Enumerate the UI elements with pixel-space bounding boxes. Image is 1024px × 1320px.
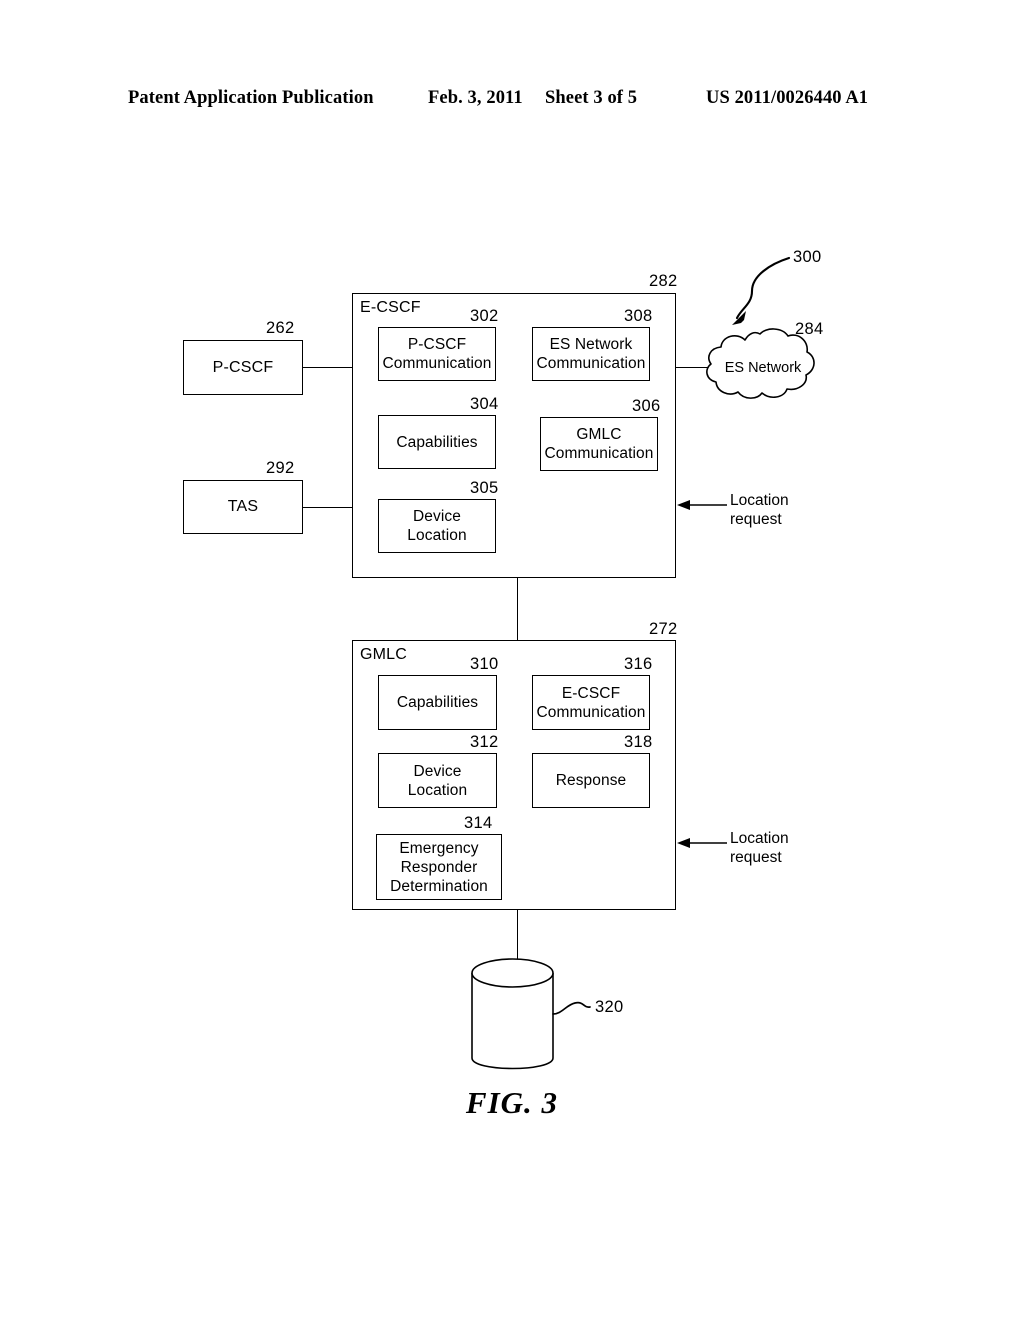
location-request-arrow-gmlc (677, 838, 727, 848)
gmlc-location-request-label: Location request (730, 830, 789, 866)
connector-tas-to-ecscf (303, 507, 353, 508)
module-gmlc-capabilities[interactable]: Capabilities (378, 675, 497, 730)
ref-262: 262 (266, 319, 295, 337)
reference-300-leader-arrow (732, 256, 791, 325)
ref-302: 302 (470, 307, 499, 325)
ref-320: 320 (595, 998, 624, 1016)
module-ecscf-device-location[interactable]: Device Location (378, 499, 496, 553)
ref-305: 305 (470, 479, 499, 497)
module-ecscf-capabilities[interactable]: Capabilities (378, 415, 496, 469)
connector-ecscf-to-gmlc (517, 578, 518, 641)
module-emergency-responder-determination-label: Emergency Responder Determination (390, 839, 488, 895)
ecscf-title: E-CSCF (360, 299, 421, 316)
ref-314: 314 (464, 814, 493, 832)
ref-304: 304 (470, 395, 499, 413)
header-publication-label: Patent Application Publication (128, 88, 374, 108)
ref-282: 282 (649, 272, 678, 290)
connector-gmlc-to-database (517, 910, 518, 966)
reference-320-leader (552, 1001, 591, 1015)
ecscf-location-request-label: Location request (730, 492, 789, 528)
patent-figure-page: Patent Application Publication Feb. 3, 2… (0, 0, 1024, 1320)
ref-318: 318 (624, 733, 653, 751)
ref-272: 272 (649, 620, 678, 638)
module-pcscf-communication-label: P-CSCF Communication (382, 336, 492, 372)
node-tas[interactable]: TAS (183, 480, 303, 534)
module-gmlc-capabilities-label: Capabilities (396, 694, 479, 711)
module-es-network-communication-label: ES Network Communication (536, 336, 646, 372)
ref-284: 284 (795, 320, 824, 338)
es-network-cloud-label: ES Network (725, 360, 802, 376)
ref-306: 306 (632, 397, 661, 415)
module-es-network-communication[interactable]: ES Network Communication (532, 327, 650, 381)
location-request-arrow-ecscf (677, 500, 727, 510)
gmlc-title: GMLC (360, 646, 408, 663)
connector-ecscf-to-esnetwork (676, 367, 723, 368)
node-p-cscf-label: P-CSCF (212, 358, 274, 376)
ref-316: 316 (624, 655, 653, 673)
ref-292: 292 (266, 459, 295, 477)
module-ecscf-communication[interactable]: E-CSCF Communication (532, 675, 650, 730)
module-gmlc-communication-label: GMLC Communication (544, 426, 654, 462)
module-pcscf-communication[interactable]: P-CSCF Communication (378, 327, 496, 381)
header-date: Feb. 3, 2011 (428, 88, 523, 108)
es-network-cloud-icon (706, 328, 815, 399)
ref-308: 308 (624, 307, 653, 325)
module-ecscf-communication-label: E-CSCF Communication (536, 684, 646, 721)
ref-310: 310 (470, 655, 499, 673)
ref-312: 312 (470, 733, 499, 751)
figure-caption: FIG. 3 (465, 1085, 559, 1120)
header-patent-number: US 2011/0026440 A1 (706, 88, 869, 108)
module-emergency-responder-determination[interactable]: Emergency Responder Determination (376, 834, 502, 900)
module-gmlc-device-location[interactable]: Device Location (378, 753, 497, 808)
module-ecscf-device-location-label: Device Location (407, 508, 467, 544)
ref-300: 300 (793, 248, 822, 266)
database-cylinder-icon (471, 958, 554, 1070)
header-sheet-number: Sheet 3 of 5 (545, 88, 638, 108)
module-gmlc-communication[interactable]: GMLC Communication (540, 417, 658, 471)
module-ecscf-capabilities-label: Capabilities (396, 433, 478, 451)
connector-pcscf-to-ecscf (303, 367, 353, 368)
module-response[interactable]: Response (532, 753, 650, 808)
node-p-cscf[interactable]: P-CSCF (183, 340, 303, 395)
module-gmlc-device-location-label: Device Location (407, 762, 468, 799)
module-response-label: Response (555, 772, 627, 789)
node-tas-label: TAS (227, 498, 259, 515)
